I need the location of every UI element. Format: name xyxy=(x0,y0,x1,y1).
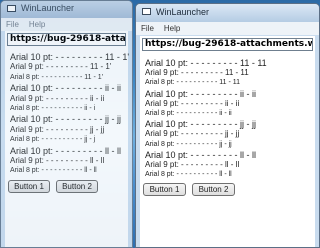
font-test-list: Arial 10 pt: - - - - - - - - - 11 - 1' A… xyxy=(5,46,130,177)
button-2[interactable]: Button 2 xyxy=(56,179,98,193)
font-line: Arial 8 pt: - - - - - - - - - - jj - j xyxy=(10,136,96,144)
font-line: Arial 8 pt: - - - - - - - - - - 11 - 11 xyxy=(145,79,241,87)
web-content: https://bug-29618-attachments Arial 10 p… xyxy=(5,31,130,247)
font-line: Arial 10 pt: - - - - - - - - - jj - jj xyxy=(10,114,121,125)
font-line: Arial 10 pt: - - - - - - - - - ii - ii xyxy=(10,83,121,94)
menu-bar: File Help xyxy=(136,22,319,35)
font-line: Arial 10 pt: - - - - - - - - - ll - ll xyxy=(10,145,121,156)
button-row: Button 1 Button 2 xyxy=(5,177,128,193)
menu-file[interactable]: File xyxy=(141,24,154,33)
font-line: Arial 9 pt: - - - - - - - - - 11 - 11 xyxy=(145,68,249,78)
font-line: Arial 8 pt: - - - - - - - - - - jj - jj xyxy=(145,140,232,148)
window-title: WinLauncher xyxy=(21,3,75,13)
background-window[interactable]: WinLauncher File Help https://bug-29618-… xyxy=(0,0,133,248)
font-line: Arial 10 pt: - - - - - - - - - ll - ll xyxy=(145,149,256,160)
font-line: Arial 9 pt: - - - - - - - - - jj - jj xyxy=(145,129,240,139)
menu-help[interactable]: Help xyxy=(164,24,180,33)
menu-help[interactable]: Help xyxy=(29,20,45,29)
button-row: Button 1 Button 2 xyxy=(140,180,315,197)
window-title: WinLauncher xyxy=(156,7,210,17)
button-1[interactable]: Button 1 xyxy=(143,183,186,197)
web-content: https://bug-29618-attachments.webkit.org… xyxy=(140,36,315,247)
font-line: Arial 10 pt: - - - - - - - - - jj - jj xyxy=(145,119,256,130)
font-line: Arial 10 pt: - - - - - - - - - 11 - 11 xyxy=(145,58,267,68)
font-line: Arial 9 pt: - - - - - - - - - ii - ii xyxy=(145,98,240,108)
app-window-icon xyxy=(142,8,151,15)
font-line: Arial 10 pt: - - - - - - - - - ii - ii xyxy=(145,88,256,99)
title-bar[interactable]: WinLauncher xyxy=(136,4,319,22)
font-line: Arial 8 pt: - - - - - - - - - - ii - ii xyxy=(145,110,232,118)
font-line: Arial 8 pt: - - - - - - - - - - ii - i xyxy=(10,105,96,113)
font-line: Arial 10 pt: - - - - - - - - - 11 - 1' xyxy=(10,52,130,62)
font-line: Arial 8 pt: - - - - - - - - - - ll - ll xyxy=(10,167,97,175)
button-1[interactable]: Button 1 xyxy=(8,179,50,193)
url-field[interactable]: https://bug-29618-attachments xyxy=(7,33,126,46)
button-2[interactable]: Button 2 xyxy=(192,183,235,197)
font-line: Arial 9 pt: - - - - - - - - - ll - ll xyxy=(145,160,240,170)
font-line: Arial 9 pt: - - - - - - - - - jj - jj xyxy=(10,124,105,134)
url-field[interactable]: https://bug-29618-attachments.webkit.org… xyxy=(142,38,313,51)
menu-bar: File Help xyxy=(1,18,132,31)
title-bar[interactable]: WinLauncher xyxy=(1,1,132,18)
font-line: Arial 9 pt: - - - - - - - - - 11 - 1' xyxy=(10,62,112,72)
font-test-list: Arial 10 pt: - - - - - - - - - 11 - 11 A… xyxy=(140,51,315,180)
font-line: Arial 9 pt: - - - - - - - - - ll - ll xyxy=(10,156,105,166)
font-line: Arial 9 pt: - - - - - - - - - ii - ii xyxy=(10,93,105,103)
font-line: Arial 8 pt: - - - - - - - - - - 11 - 1' xyxy=(10,73,103,81)
app-window-icon xyxy=(7,5,16,12)
font-line: Arial 8 pt: - - - - - - - - - - ll - ll xyxy=(145,171,232,179)
menu-file[interactable]: File xyxy=(6,20,19,29)
foreground-window[interactable]: WinLauncher File Help https://bug-29618-… xyxy=(135,3,320,248)
